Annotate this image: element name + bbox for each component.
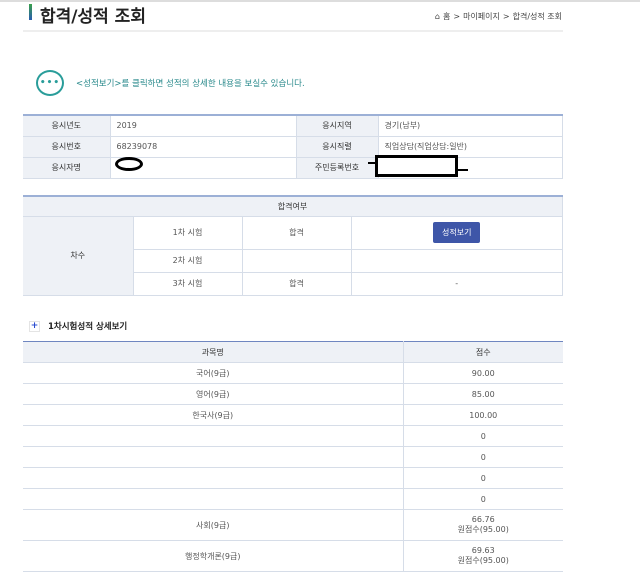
subject-header: 과목명: [23, 341, 404, 363]
subject-name: [23, 425, 404, 447]
detail-title: 1차시험성적 상세보기: [48, 322, 128, 332]
pass-status-table: 합격여부 차수 1차 시험 합격 성적보기 2차 시험 3차 시험 합격 -: [23, 195, 563, 296]
table-row: 사회(9급) 66.76 원점수(95.00): [23, 509, 563, 541]
detail-section-title[interactable]: + 1차시험성적 상세보기: [29, 320, 127, 332]
score-detail-table: 과목명 점수 국어(9급) 90.00 영어(9급) 85.00 한국사(9급) 100.0…: [23, 341, 563, 572]
exam-name: 2차 시험: [133, 249, 243, 273]
notice-text: <성적보기>를 클릭하면 성적의 상세한 내용을 보실수 있습니다.: [76, 79, 305, 89]
exam-status: 합격: [242, 216, 352, 250]
exam-name: 3차 시험: [133, 272, 243, 296]
page-title: 합격/성적 조회: [40, 7, 146, 27]
home-icon[interactable]: ⌂: [435, 12, 440, 21]
table-row: 차수 1차 시험 합격 성적보기: [23, 216, 563, 296]
table-row: 한국사(9급) 100.00: [23, 404, 563, 426]
score-value: 85.00: [471, 389, 495, 399]
subject-name: 영어(9급): [23, 383, 404, 405]
title-accent-bar: [29, 4, 32, 20]
score-cell: 0: [403, 446, 563, 468]
view-score-button[interactable]: 성적보기: [433, 222, 481, 243]
header-divider: [23, 30, 563, 32]
chat-bubble-icon: •••: [36, 70, 64, 96]
table-row: 0: [23, 446, 563, 468]
exam-action: [351, 249, 563, 273]
exam-action: 성적보기: [351, 216, 563, 250]
job-value: 직업상담(직업상담:일반): [378, 136, 563, 158]
exam-status: [242, 249, 352, 273]
score-value: 0: [480, 431, 486, 441]
exam-action: -: [351, 272, 563, 296]
score-value: 100.00: [469, 410, 498, 420]
table-row: 응시번호 68239078 응시직렬 직업상담(직업상담:일반): [23, 136, 563, 158]
subject-name: 국어(9급): [23, 362, 404, 384]
round-label: 차수: [23, 216, 134, 296]
score-value: 69.63: [471, 546, 495, 555]
raw-score: 원점수(95.00): [457, 525, 509, 534]
score-value: 90.00: [471, 368, 495, 378]
year-value: 2019: [110, 115, 297, 137]
redaction-mark: [375, 155, 458, 177]
subject-name: 한국사(9급): [23, 404, 404, 426]
region-label: 응시지역: [296, 115, 379, 137]
subject-name: 행정학개론(9급): [23, 540, 404, 572]
notice-box: ••• <성적보기>를 클릭하면 성적의 상세한 내용을 보실수 있습니다.: [36, 70, 305, 96]
score-value: 0: [480, 473, 486, 483]
breadcrumb-current: 합격/성적 조회: [512, 12, 562, 21]
score-value: 0: [480, 452, 486, 462]
score-cell: 0: [403, 425, 563, 447]
table-row: 응시자명 주민등록번호: [23, 157, 563, 179]
exam-status: 합격: [242, 272, 352, 296]
table-row: 0: [23, 467, 563, 489]
table-row: 0: [23, 425, 563, 447]
table-row: 행정학개론(9급) 69.63 원점수(95.00): [23, 540, 563, 572]
year-label: 응시년도: [23, 115, 111, 137]
subject-name: [23, 467, 404, 489]
pass-status-header: 합격여부: [23, 196, 563, 217]
redaction-mark: [458, 169, 468, 171]
raw-score: 원점수(95.00): [457, 556, 509, 565]
table-row: 국어(9급) 90.00: [23, 362, 563, 384]
score-cell: 100.00: [403, 404, 563, 426]
score-cell: 90.00: [403, 362, 563, 384]
id-label: 주민등록번호: [296, 157, 379, 179]
redaction-mark: [115, 157, 143, 171]
subject-name: 사회(9급): [23, 509, 404, 541]
score-value: 66.76: [471, 515, 495, 524]
region-value: 경기(남부): [378, 115, 563, 137]
chevron-right-icon: >: [502, 12, 510, 21]
number-value: 68239078: [110, 136, 297, 158]
chevron-right-icon: >: [453, 12, 461, 21]
name-label: 응시자명: [23, 157, 111, 179]
applicant-info-table: 응시년도 2019 응시지역 경기(남부) 응시번호 68239078 응시직렬…: [23, 114, 563, 179]
score-cell: 85.00: [403, 383, 563, 405]
exam-name: 1차 시험: [133, 216, 243, 250]
table-row: 응시년도 2019 응시지역 경기(남부): [23, 115, 563, 137]
number-label: 응시번호: [23, 136, 111, 158]
subject-name: [23, 488, 404, 510]
breadcrumb-home[interactable]: 홈: [443, 11, 450, 22]
breadcrumb: ⌂ 홈 > 마이페이지 > 합격/성적 조회: [435, 11, 562, 22]
score-cell: 0: [403, 467, 563, 489]
score-cell: 69.63 원점수(95.00): [403, 540, 563, 572]
table-row: 0: [23, 488, 563, 510]
score-cell: 66.76 원점수(95.00): [403, 509, 563, 541]
plus-icon[interactable]: +: [29, 320, 40, 332]
subject-name: [23, 446, 404, 468]
table-row: 영어(9급) 85.00: [23, 383, 563, 405]
score-value: 0: [480, 494, 486, 504]
score-cell: 0: [403, 488, 563, 510]
job-label: 응시직렬: [296, 136, 379, 158]
breadcrumb-mypage[interactable]: 마이페이지: [463, 11, 500, 22]
score-header: 점수: [403, 341, 563, 363]
